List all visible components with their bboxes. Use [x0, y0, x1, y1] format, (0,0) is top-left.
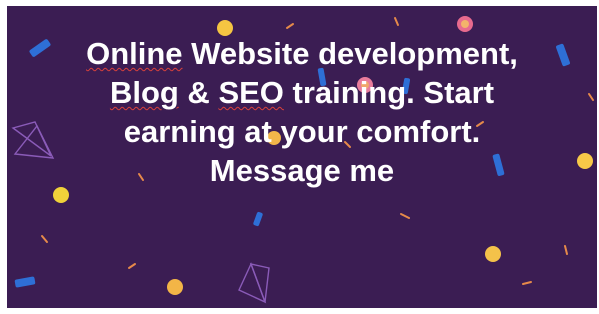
- promo-banner: Online Website development, Blog & SEO t…: [7, 6, 597, 308]
- headline-line-1: Online Website development,: [7, 34, 597, 73]
- headline-line-2: Blog & SEO training. Start: [7, 73, 597, 112]
- headline-line-2-rest: training. Start: [283, 75, 495, 110]
- headline: Online Website development, Blog & SEO t…: [7, 34, 597, 190]
- headline-ampersand: &: [178, 75, 219, 110]
- headline-line-1-rest: Website development,: [182, 36, 518, 71]
- misspelled-word-seo: SEO: [218, 75, 284, 110]
- headline-line-3: earning at your comfort.: [123, 114, 481, 149]
- misspelled-word-blog: Blog: [109, 75, 179, 110]
- misspelled-word-online: Online: [86, 36, 183, 71]
- headline-line-4: Message me: [209, 153, 395, 188]
